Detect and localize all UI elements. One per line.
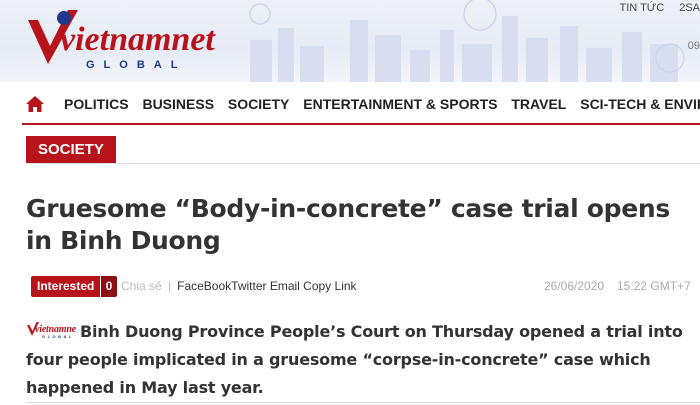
nav-item-entertainment-sports[interactable]: ENTERTAINMENT & SPORTS — [303, 96, 497, 112]
logo-text: vietnamnet — [60, 21, 216, 58]
top-links: TIN TỨC 2SA — [608, 2, 700, 14]
bottom-divider — [26, 402, 700, 403]
share-links-text[interactable]: FaceBookTwitter Email Copy Link — [177, 279, 356, 293]
article-meta: Interested 0 Chia sẻ | FaceBookTwitter Em… — [31, 276, 700, 297]
home-icon[interactable] — [25, 95, 45, 113]
article-title: Gruesome “Body-in-concrete” case trial o… — [26, 194, 671, 255]
share-separator: | — [168, 279, 172, 293]
interested-button[interactable]: Interested — [31, 276, 101, 297]
interested-count: 0 — [101, 276, 117, 297]
nav-item-sci-tech[interactable]: SCI-TECH & ENVIRONME — [580, 96, 700, 112]
header-banner: vietnamnet GLOBAL TIN TỨC 2SA 09 — [0, 0, 700, 82]
article-lead-text: Binh Duong Province People’s Court on Th… — [26, 322, 683, 397]
publish-date: 26/06/2020 — [544, 279, 605, 293]
logo-subtext: GLOBAL — [86, 59, 186, 71]
nav-item-travel[interactable]: TRAVEL — [511, 96, 566, 112]
article-lead: vietnamnet GLOBAL Binh Duong Province Pe… — [26, 318, 690, 402]
share-links: | FaceBookTwitter Email Copy Link — [168, 279, 357, 293]
publish-time: 15:22 GMT+7 — [617, 279, 691, 293]
nav-item-society[interactable]: SOCIETY — [228, 96, 289, 112]
top-link-news[interactable]: TIN TỨC — [620, 2, 665, 14]
top-link-2sa[interactable]: 2SA — [679, 2, 700, 14]
nav-divider — [22, 123, 700, 125]
main-nav: POLITICS BUSINESS SOCIETY ENTERTAINMENT … — [0, 91, 700, 119]
nav-item-business[interactable]: BUSINESS — [142, 96, 214, 112]
banner-date: 09 — [687, 40, 700, 52]
share-label: Chia sẻ — [121, 279, 162, 293]
nav-item-politics[interactable]: POLITICS — [64, 96, 129, 112]
category-tag[interactable]: SOCIETY — [26, 136, 116, 163]
category-divider — [26, 163, 700, 164]
vietnamnet-logo[interactable]: vietnamnet GLOBAL — [26, 6, 216, 72]
vietnamnet-inline-logo: vietnamnet GLOBAL — [27, 322, 76, 339]
svg-text:GLOBAL: GLOBAL — [42, 334, 74, 339]
